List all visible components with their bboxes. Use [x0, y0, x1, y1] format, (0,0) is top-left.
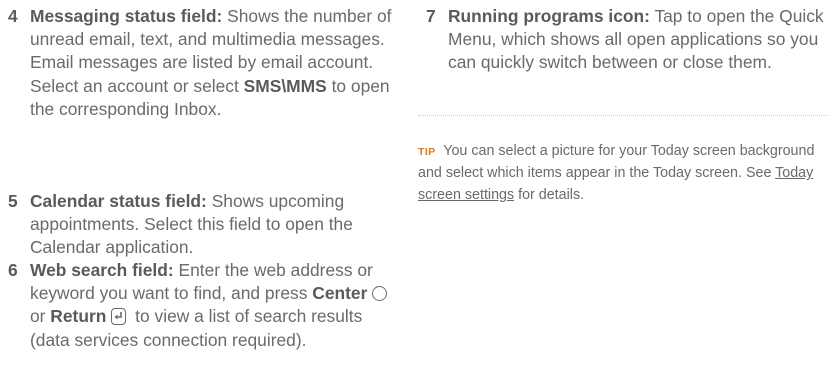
return-key-label: Return: [50, 306, 107, 327]
item-term: Messaging status field:: [30, 6, 223, 26]
tip-box: TIP You can select a picture for your To…: [418, 141, 833, 206]
item-term: Web search field:: [30, 260, 174, 280]
tip-label: TIP: [418, 146, 436, 158]
manual-page: 4 Messaging status field: Shows the numb…: [0, 0, 840, 386]
item-description: Web search field: Enter the web address …: [0, 259, 400, 352]
item-description: Messaging status field: Shows the number…: [0, 5, 400, 121]
tip-text: You can select a picture for your Today …: [418, 143, 815, 182]
sms-mms-label: SMS\MMS: [243, 75, 327, 96]
center-button-icon: [372, 286, 388, 302]
item-number: 7: [426, 6, 436, 26]
item-number: 6: [8, 260, 18, 280]
return-key-icon: [111, 308, 127, 326]
center-key-label: Center: [312, 283, 368, 304]
item-number: 5: [8, 191, 18, 211]
item-description: Running programs icon: Tap to open the Q…: [418, 5, 840, 75]
list-item: 5 Calendar status field: Shows upcoming …: [0, 190, 400, 260]
item-text: or: [30, 306, 51, 327]
list-item: 4 Messaging status field: Shows the numb…: [0, 5, 400, 121]
item-description: Calendar status field: Shows upcoming ap…: [0, 190, 400, 260]
tip-divider: [418, 115, 828, 116]
item-term: Running programs icon:: [448, 6, 650, 26]
item-number: 4: [8, 6, 18, 26]
list-item: 7 Running programs icon: Tap to open the…: [418, 5, 840, 75]
item-term: Calendar status field:: [30, 191, 207, 211]
tip-text: for details.: [514, 186, 585, 203]
list-item: 6 Web search field: Enter the web addres…: [0, 259, 400, 352]
